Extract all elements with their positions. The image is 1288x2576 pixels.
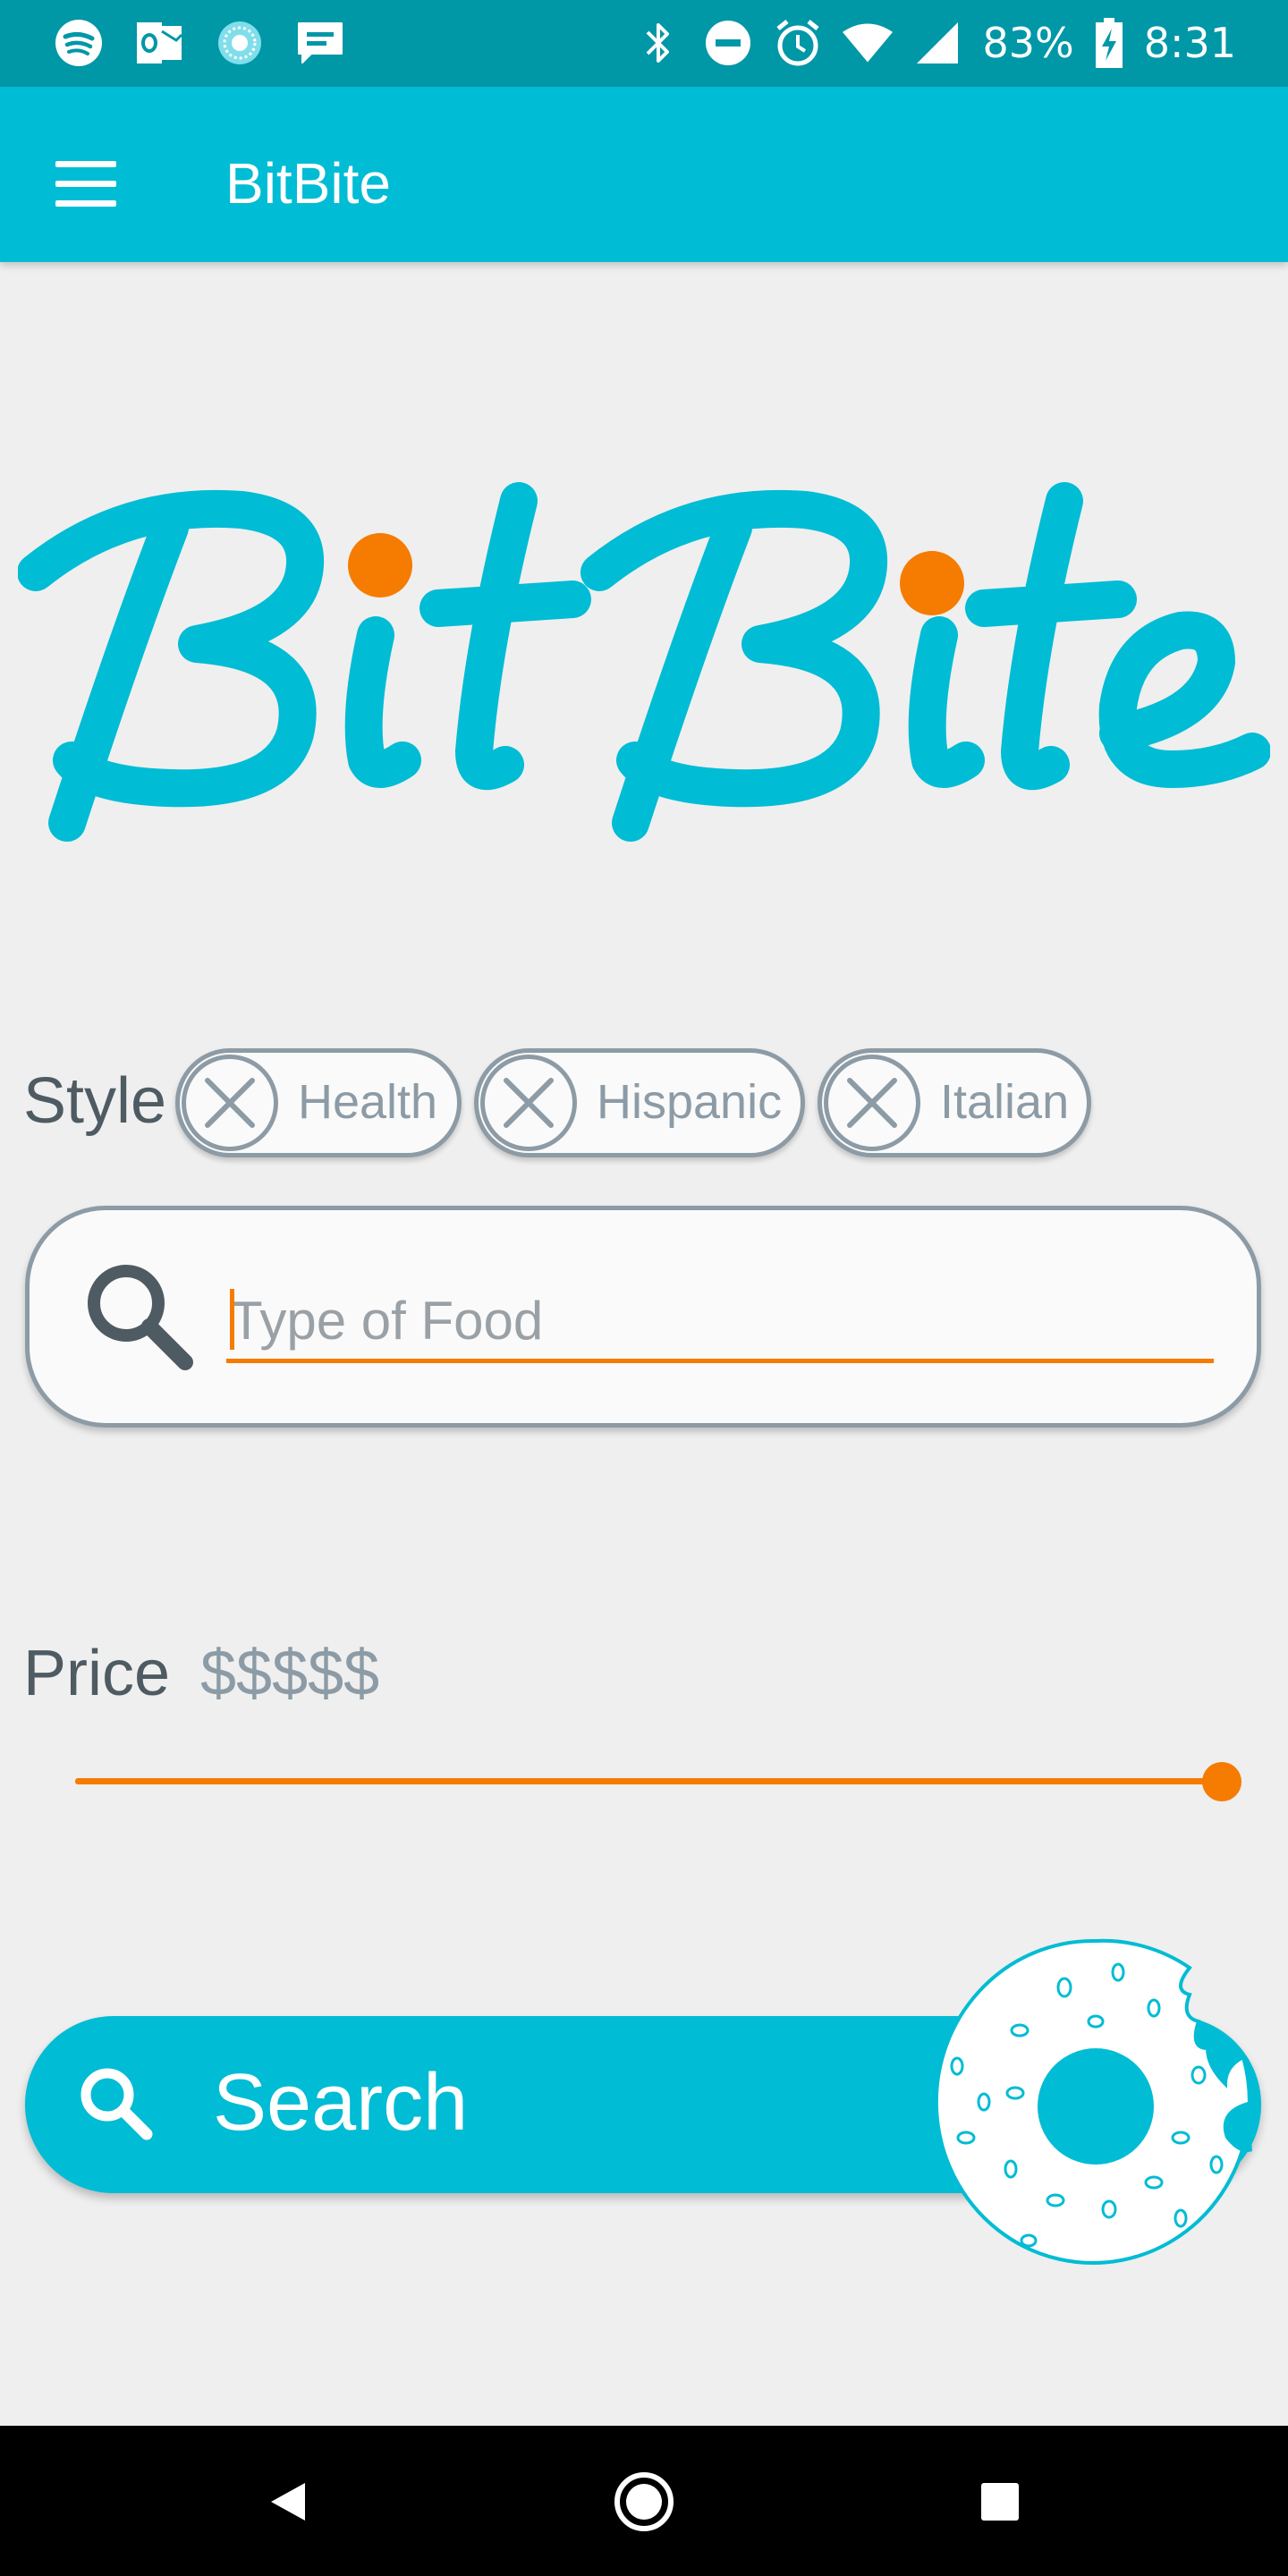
style-label: Style [23, 1065, 167, 1137]
remove-chip-close-icon[interactable] [824, 1055, 920, 1151]
signal-icon [912, 18, 962, 68]
app-icon [215, 18, 265, 68]
clock: 8:31 [1143, 19, 1236, 67]
app-title: BitBite [225, 151, 391, 216]
wifi-icon [843, 18, 894, 68]
bluetooth-icon [633, 18, 683, 68]
do-not-disturb-icon [703, 18, 753, 68]
remove-chip-close-icon[interactable] [182, 1055, 278, 1151]
status-bar: 83% 8:31 [0, 0, 1288, 87]
style-chip-health[interactable]: Health [175, 1048, 462, 1157]
battery-charging-icon [1094, 18, 1124, 68]
remove-chip-close-icon[interactable] [480, 1055, 577, 1151]
food-search-box[interactable] [25, 1206, 1261, 1428]
battery-percentage: 83% [982, 19, 1074, 67]
bitbite-logo [17, 465, 1271, 859]
messages-icon [295, 18, 345, 68]
search-icon [80, 1257, 196, 1377]
price-slider[interactable] [75, 1762, 1241, 1801]
outlook-icon [134, 18, 184, 68]
spotify-icon [54, 18, 104, 68]
slider-thumb[interactable] [1202, 1762, 1241, 1801]
search-icon [72, 2059, 161, 2152]
chip-label: Italian [940, 1075, 1070, 1129]
price-label: Price [23, 1638, 171, 1709]
alarm-icon [773, 18, 823, 68]
chip-label: Hispanic [597, 1075, 783, 1129]
home-icon[interactable] [604, 2462, 684, 2542]
style-chip-hispanic[interactable]: Hispanic [474, 1048, 805, 1157]
style-chip-italian[interactable]: Italian [818, 1048, 1091, 1157]
back-icon[interactable] [248, 2462, 328, 2542]
chip-label: Health [298, 1075, 438, 1129]
food-type-input[interactable] [226, 1282, 1214, 1363]
recents-icon[interactable] [960, 2462, 1040, 2542]
price-value: $$$$$ [200, 1638, 380, 1709]
navigation-bar [0, 2426, 1288, 2576]
search-button-label: Search [213, 2058, 469, 2148]
app-bar [0, 87, 1288, 262]
text-cursor [230, 1289, 234, 1350]
donut-icon [930, 1932, 1261, 2272]
hamburger-menu-icon[interactable] [55, 161, 116, 211]
system-status: 83% 8:31 [633, 16, 1236, 70]
slider-track[interactable] [75, 1778, 1222, 1784]
notification-icons [54, 16, 345, 70]
